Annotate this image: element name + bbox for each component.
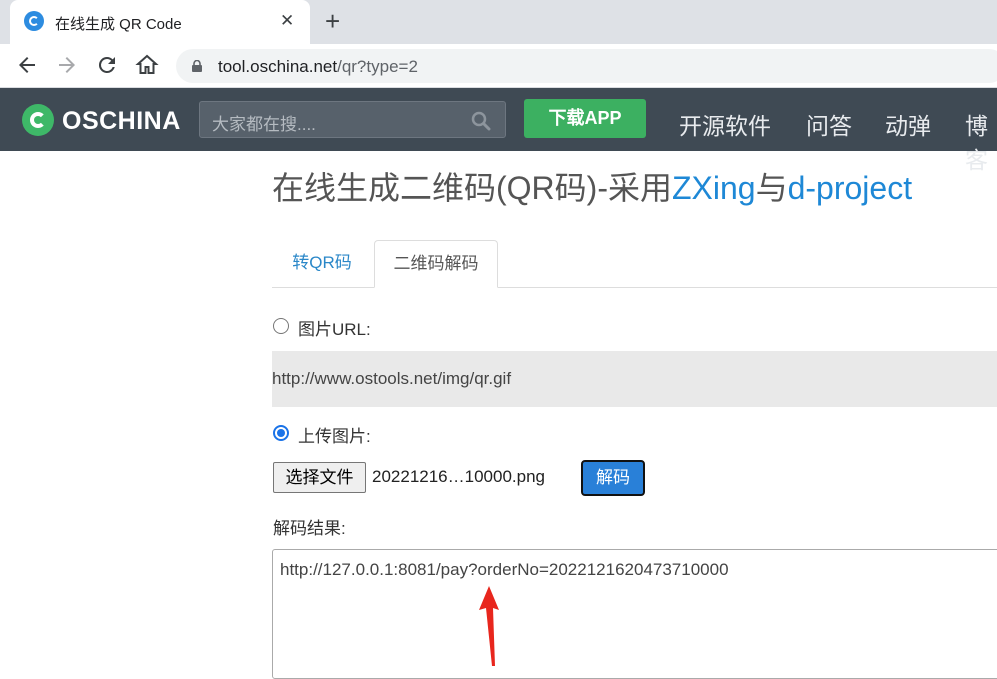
decode-result-textarea[interactable]: http://127.0.0.1:8081/pay?orderNo=202212…	[272, 549, 997, 679]
zxing-link[interactable]: ZXing	[672, 170, 756, 206]
oschina-logo-icon[interactable]	[22, 104, 54, 136]
new-tab-button[interactable]: +	[325, 7, 340, 35]
site-search-input[interactable]: 大家都在搜....	[199, 101, 506, 138]
download-app-button[interactable]: 下载APP	[524, 99, 646, 138]
image-url-value: http://www.ostools.net/img/qr.gif	[272, 369, 512, 388]
tab-title: 在线生成 QR Code	[55, 16, 182, 33]
browser-tab[interactable]: 在线生成 QR Code ✕	[10, 0, 310, 44]
decode-result-label: 解码结果:	[273, 519, 346, 538]
search-placeholder: 大家都在搜....	[212, 115, 316, 134]
back-icon[interactable]	[15, 53, 39, 77]
address-bar[interactable]: tool.oschina.net/qr?type=2	[176, 49, 997, 83]
browser-tabstrip: 在线生成 QR Code ✕ +	[0, 0, 997, 44]
upload-image-label: 上传图片:	[298, 427, 371, 446]
browser-toolbar: tool.oschina.net/qr?type=2	[0, 44, 997, 88]
choose-file-button[interactable]: 选择文件	[273, 462, 366, 493]
home-icon[interactable]	[135, 53, 159, 77]
decode-result-text: http://127.0.0.1:8081/pay?orderNo=202212…	[280, 560, 729, 579]
decode-button[interactable]: 解码	[581, 460, 645, 496]
tab-decode-qr[interactable]: 二维码解码	[374, 240, 498, 288]
d-project-link[interactable]: d-project	[788, 170, 913, 206]
tab-generate-qr[interactable]: 转QR码	[272, 240, 372, 288]
nav-tweets[interactable]: 动弹	[885, 107, 931, 141]
nav-open-source[interactable]: 开源软件	[679, 107, 771, 141]
url-text: tool.oschina.net/qr?type=2	[218, 57, 418, 76]
forward-icon[interactable]	[55, 53, 79, 77]
close-tab-icon[interactable]: ✕	[280, 10, 294, 32]
image-url-label: 图片URL:	[298, 320, 371, 339]
selected-file-name: 20221216…10000.png	[372, 467, 545, 486]
reload-icon[interactable]	[95, 53, 119, 77]
search-icon[interactable]	[471, 111, 491, 131]
image-url-field[interactable]: http://www.ostools.net/img/qr.gif	[272, 351, 997, 407]
page-title: 在线生成二维码(QR码)-采用ZXing与d-project	[272, 170, 913, 206]
nav-qa[interactable]: 问答	[806, 107, 852, 141]
site-header: OSCHINA 大家都在搜.... 下载APP 开源软件 问答 动弹 博客	[0, 88, 997, 173]
oschina-favicon-icon	[24, 11, 44, 31]
upload-image-radio[interactable]	[273, 425, 289, 441]
logo-text[interactable]: OSCHINA	[62, 107, 181, 136]
lock-icon	[192, 60, 202, 72]
annotation-arrow-icon	[479, 586, 499, 666]
image-url-radio[interactable]	[273, 318, 289, 334]
nav-blog[interactable]: 博客	[965, 107, 997, 175]
